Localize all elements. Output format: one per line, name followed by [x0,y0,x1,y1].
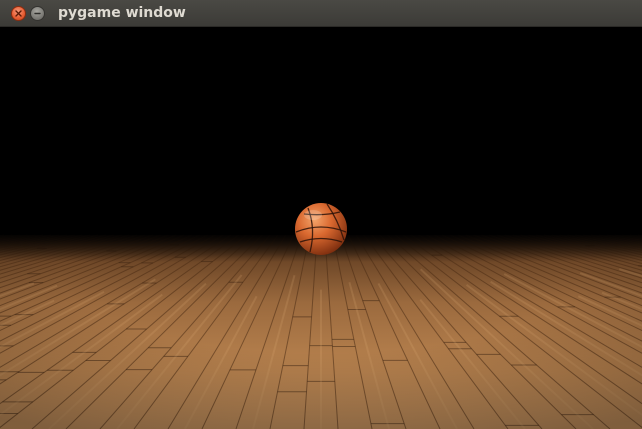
minimize-button[interactable] [30,6,45,21]
pygame-window: pygame window [0,0,642,429]
basketball-icon[interactable] [294,202,348,256]
window-title: pygame window [58,5,186,21]
title-bar[interactable]: pygame window [0,0,642,27]
game-canvas[interactable] [0,27,642,429]
close-button[interactable] [11,6,26,21]
minimize-icon [34,12,41,15]
close-icon [15,10,22,17]
